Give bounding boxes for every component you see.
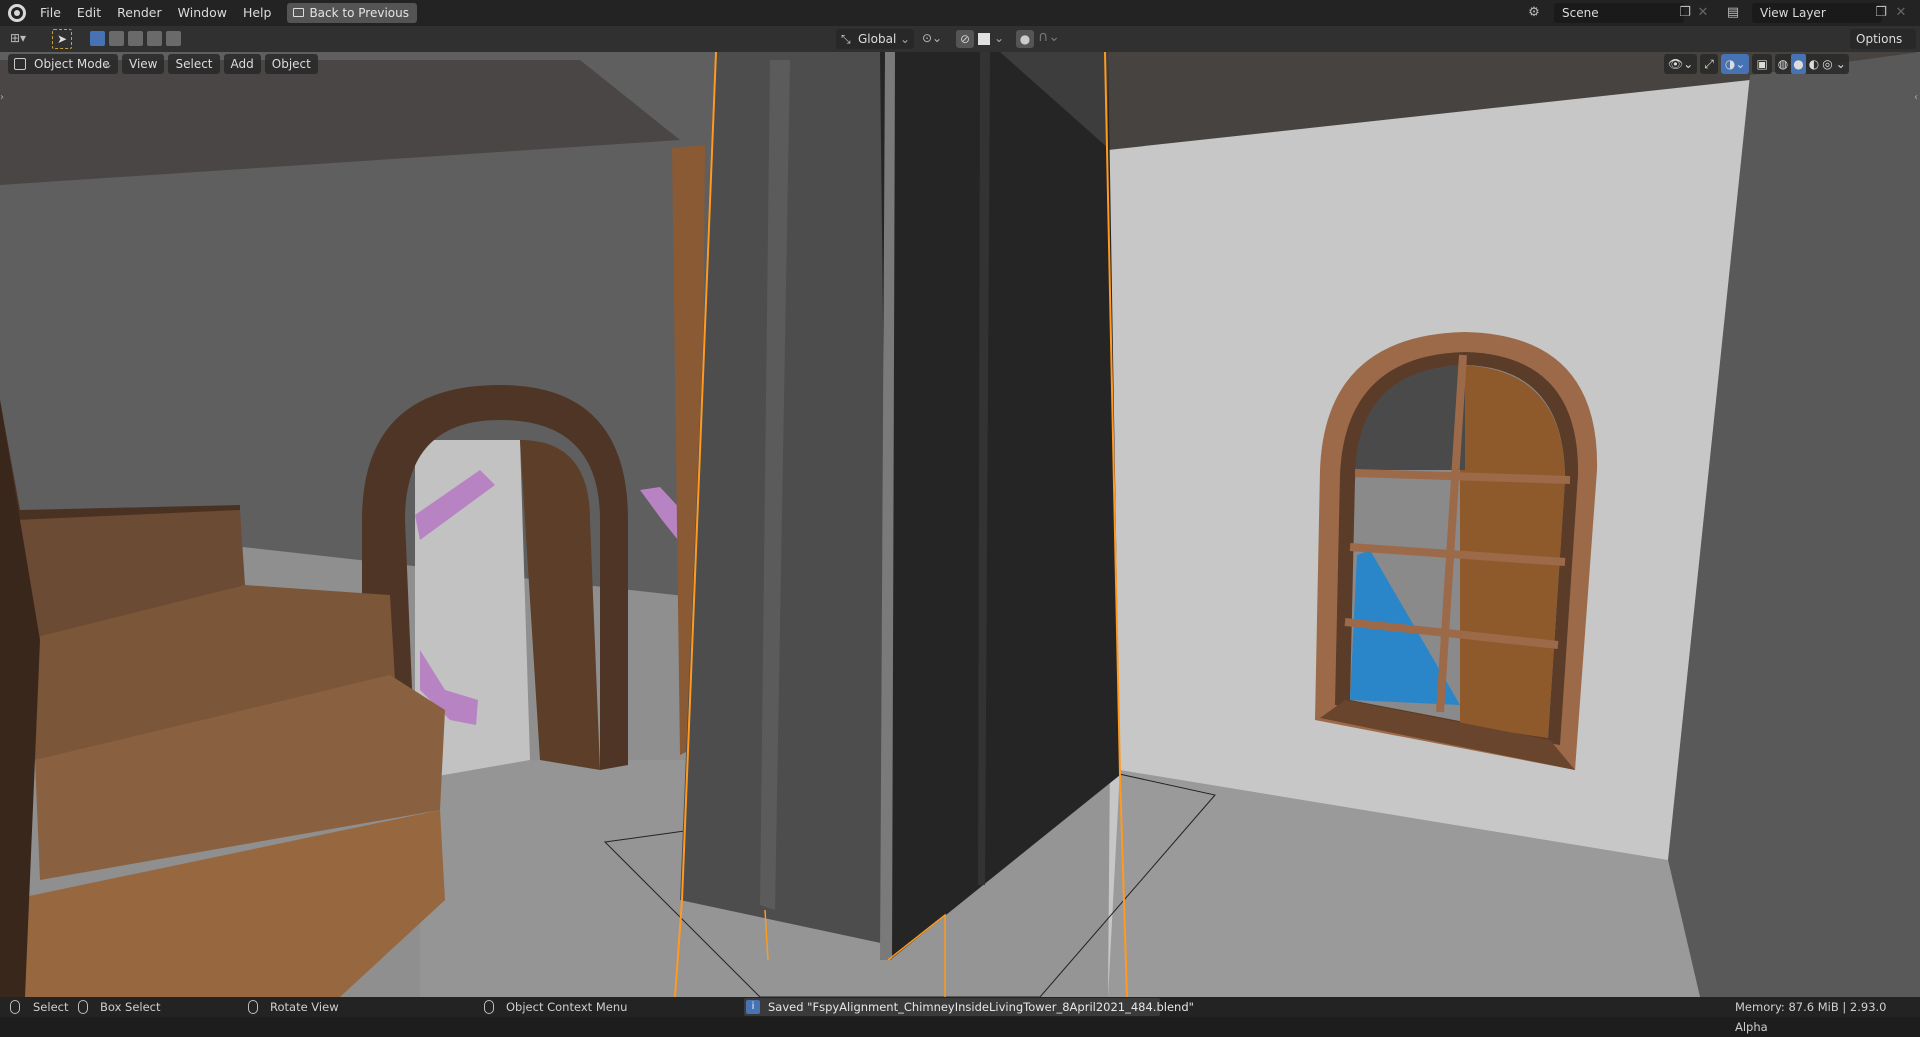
tool-header: ⊞▾ ➤ ⤡ Global ⌄ ⊙⌄ ⊘ ⌄ ● ∩⌄ Options ⌄ [0, 26, 1920, 66]
sidebar-toggle-icon[interactable]: ‹ [1914, 92, 1918, 103]
3d-viewport[interactable]: Object Mode ⌄ View Select Add Object 👁⌄ … [0, 52, 1920, 997]
middle-mouse-icon [248, 1000, 258, 1014]
back-to-previous-button[interactable]: Back to Previous [287, 3, 417, 23]
wireframe-shading-icon[interactable]: ◍ [1778, 54, 1788, 74]
select-menu-button[interactable]: Select [168, 54, 220, 74]
viewport-scene [0, 52, 1920, 997]
proportional-edit-icon[interactable]: ● [1016, 30, 1034, 48]
memory-version-info: Memory: 87.6 MiB | 2.93.0 Alpha [1735, 1000, 1887, 1034]
view-layer-selector-icon[interactable]: ▤ [1724, 4, 1742, 22]
snap-target-icon[interactable] [978, 33, 990, 45]
select-invert-icon[interactable] [147, 31, 162, 46]
new-view-layer-icon[interactable]: ❐ [1872, 4, 1890, 22]
status-select: Select [33, 1000, 69, 1014]
scene-name-field[interactable]: Scene [1554, 3, 1684, 23]
blender-logo-icon[interactable] [8, 4, 26, 22]
solid-shading-icon[interactable]: ● [1791, 54, 1806, 74]
menu-help[interactable]: Help [235, 2, 280, 24]
right-mouse-icon [484, 1000, 494, 1014]
shading-mode-group: ◍ ● ◐ ◎ ⌄ [1774, 54, 1849, 74]
object-menu-button[interactable]: Object [264, 54, 318, 74]
overlays-icon[interactable]: ◑⌄ [1720, 54, 1750, 74]
left-drag-mouse-icon [78, 1000, 88, 1014]
menu-window[interactable]: Window [170, 2, 235, 24]
status-context-menu: Object Context Menu [506, 1000, 628, 1014]
transform-orientation-label: Global [858, 32, 897, 46]
saved-message: Saved "FspyAlignment_ChimneyInsideLiving… [768, 1000, 1194, 1014]
options-label: Options [1856, 32, 1903, 46]
add-menu-button[interactable]: Add [223, 54, 261, 74]
chevron-down-icon: ⌄ [899, 32, 910, 46]
scene-selector-icon[interactable]: ⚙ [1525, 4, 1543, 22]
transform-orientation-dropdown[interactable]: ⤡ Global ⌄ [836, 29, 914, 49]
object-mode-icon [14, 58, 26, 70]
view-layer-name-field[interactable]: View Layer [1752, 3, 1882, 23]
chimney-left-face [680, 52, 900, 945]
new-scene-icon[interactable]: ❐ [1676, 4, 1694, 22]
select-mode-group [90, 31, 181, 46]
snap-icon[interactable]: ⊘ [956, 30, 974, 48]
falloff-icon[interactable]: ∩⌄ [1038, 29, 1060, 45]
rendered-shading-icon[interactable]: ◎ [1822, 54, 1832, 74]
screen-icon [293, 8, 305, 17]
pivot-point-icon[interactable]: ⊙⌄ [922, 31, 942, 45]
select-intersect-icon[interactable] [166, 31, 181, 46]
viewport-header-right: 👁⌄ ⤢ ◑⌄ ▣ ◍ ● ◐ ◎ ⌄ [1664, 54, 1849, 74]
view-menu-button[interactable]: View [122, 54, 165, 74]
select-subtract-icon[interactable] [128, 31, 143, 46]
object-mode-dropdown[interactable]: Object Mode ⌄ [8, 54, 118, 74]
select-extend-icon[interactable] [109, 31, 124, 46]
object-mode-label: Object Mode [34, 57, 110, 71]
left-mouse-icon [10, 1000, 20, 1014]
orientation-icon: ⤡ [841, 32, 851, 46]
window-shutter-right [1460, 365, 1565, 738]
status-box-select: Box Select [100, 1000, 161, 1014]
select-new-icon[interactable] [90, 31, 105, 46]
back-to-previous-label: Back to Previous [309, 6, 409, 20]
gizmo-icon[interactable]: ⤢ [1700, 54, 1718, 74]
snap-chevron-icon[interactable]: ⌄ [994, 31, 1004, 45]
top-menu-bar: File Edit Render Window Help Back to Pre… [0, 0, 1920, 26]
menu-edit[interactable]: Edit [69, 2, 109, 24]
viewport-header-left: Object Mode ⌄ View Select Add Object [8, 54, 318, 74]
chevron-down-icon: ⌄ [102, 57, 113, 71]
material-shading-icon[interactable]: ◐ [1809, 54, 1819, 74]
xray-icon[interactable]: ▣ [1752, 54, 1772, 74]
editor-type-icon[interactable]: ⊞▾ [10, 31, 36, 47]
delete-scene-icon[interactable]: ✕ [1694, 4, 1712, 22]
status-bar: Select Box Select Rotate View Object Con… [0, 997, 1920, 1034]
menu-file[interactable]: File [32, 2, 69, 24]
info-icon: i [746, 1000, 760, 1014]
visibility-icon[interactable]: 👁⌄ [1664, 54, 1698, 74]
select-tool-icon[interactable]: ➤ [52, 29, 72, 49]
options-dropdown[interactable]: Options ⌄ [1850, 29, 1916, 66]
shading-chevron-icon[interactable]: ⌄ [1836, 54, 1846, 74]
delete-view-layer-icon[interactable]: ✕ [1892, 4, 1910, 22]
menu-render[interactable]: Render [109, 2, 170, 24]
status-rotate-view: Rotate View [270, 1000, 339, 1014]
toolbar-toggle-icon[interactable]: › [0, 92, 4, 103]
